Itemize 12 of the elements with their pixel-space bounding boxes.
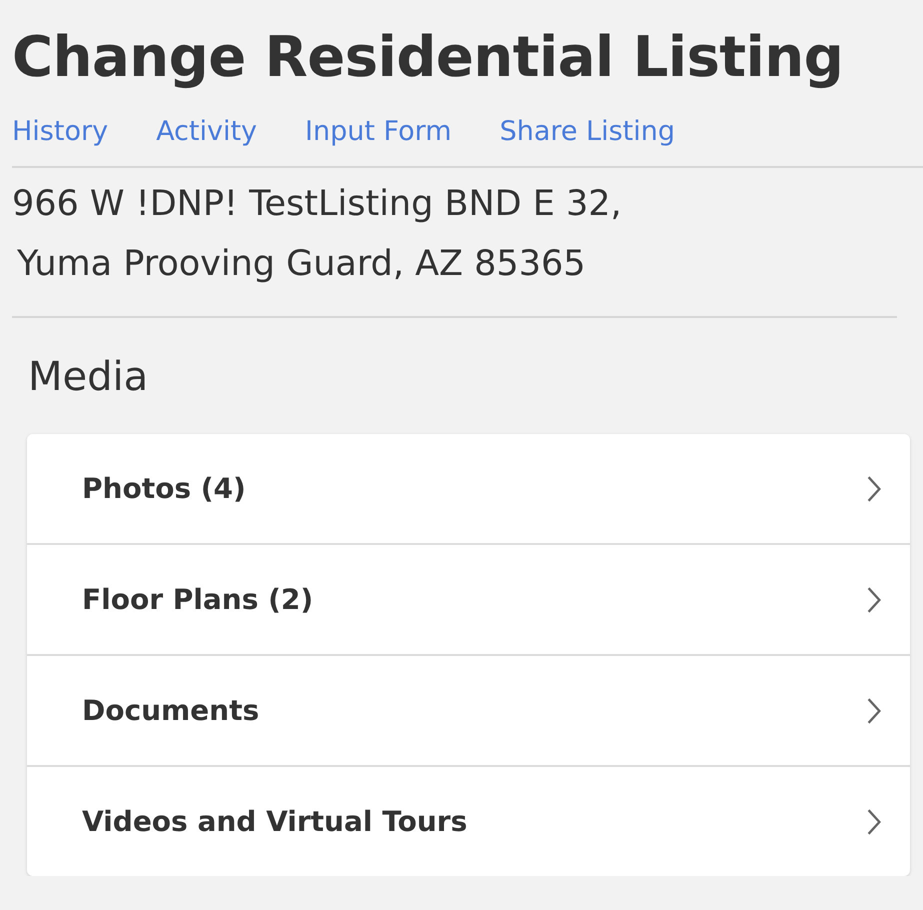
nav-link[interactable]: Activity xyxy=(156,112,258,152)
nav-link[interactable]: Share Listing xyxy=(500,112,676,152)
nav-link[interactable]: History xyxy=(12,112,108,152)
media-list-item[interactable]: Floor Plans (2) xyxy=(27,543,910,654)
address-line: Yuma Prooving Guard, AZ 85365 xyxy=(17,243,586,286)
page-title: Change Residential Listing xyxy=(12,24,844,92)
media-list-item[interactable]: Photos (4) xyxy=(27,434,910,543)
address-line: 966 W !DNP! TestListing BND E 32, xyxy=(12,183,623,226)
media-list-item[interactable]: Videos and Virtual Tours xyxy=(27,765,910,876)
media-list-item[interactable]: Documents xyxy=(27,654,910,765)
section-heading: Media xyxy=(28,353,150,402)
nav-link[interactable]: Input Form xyxy=(305,112,452,152)
